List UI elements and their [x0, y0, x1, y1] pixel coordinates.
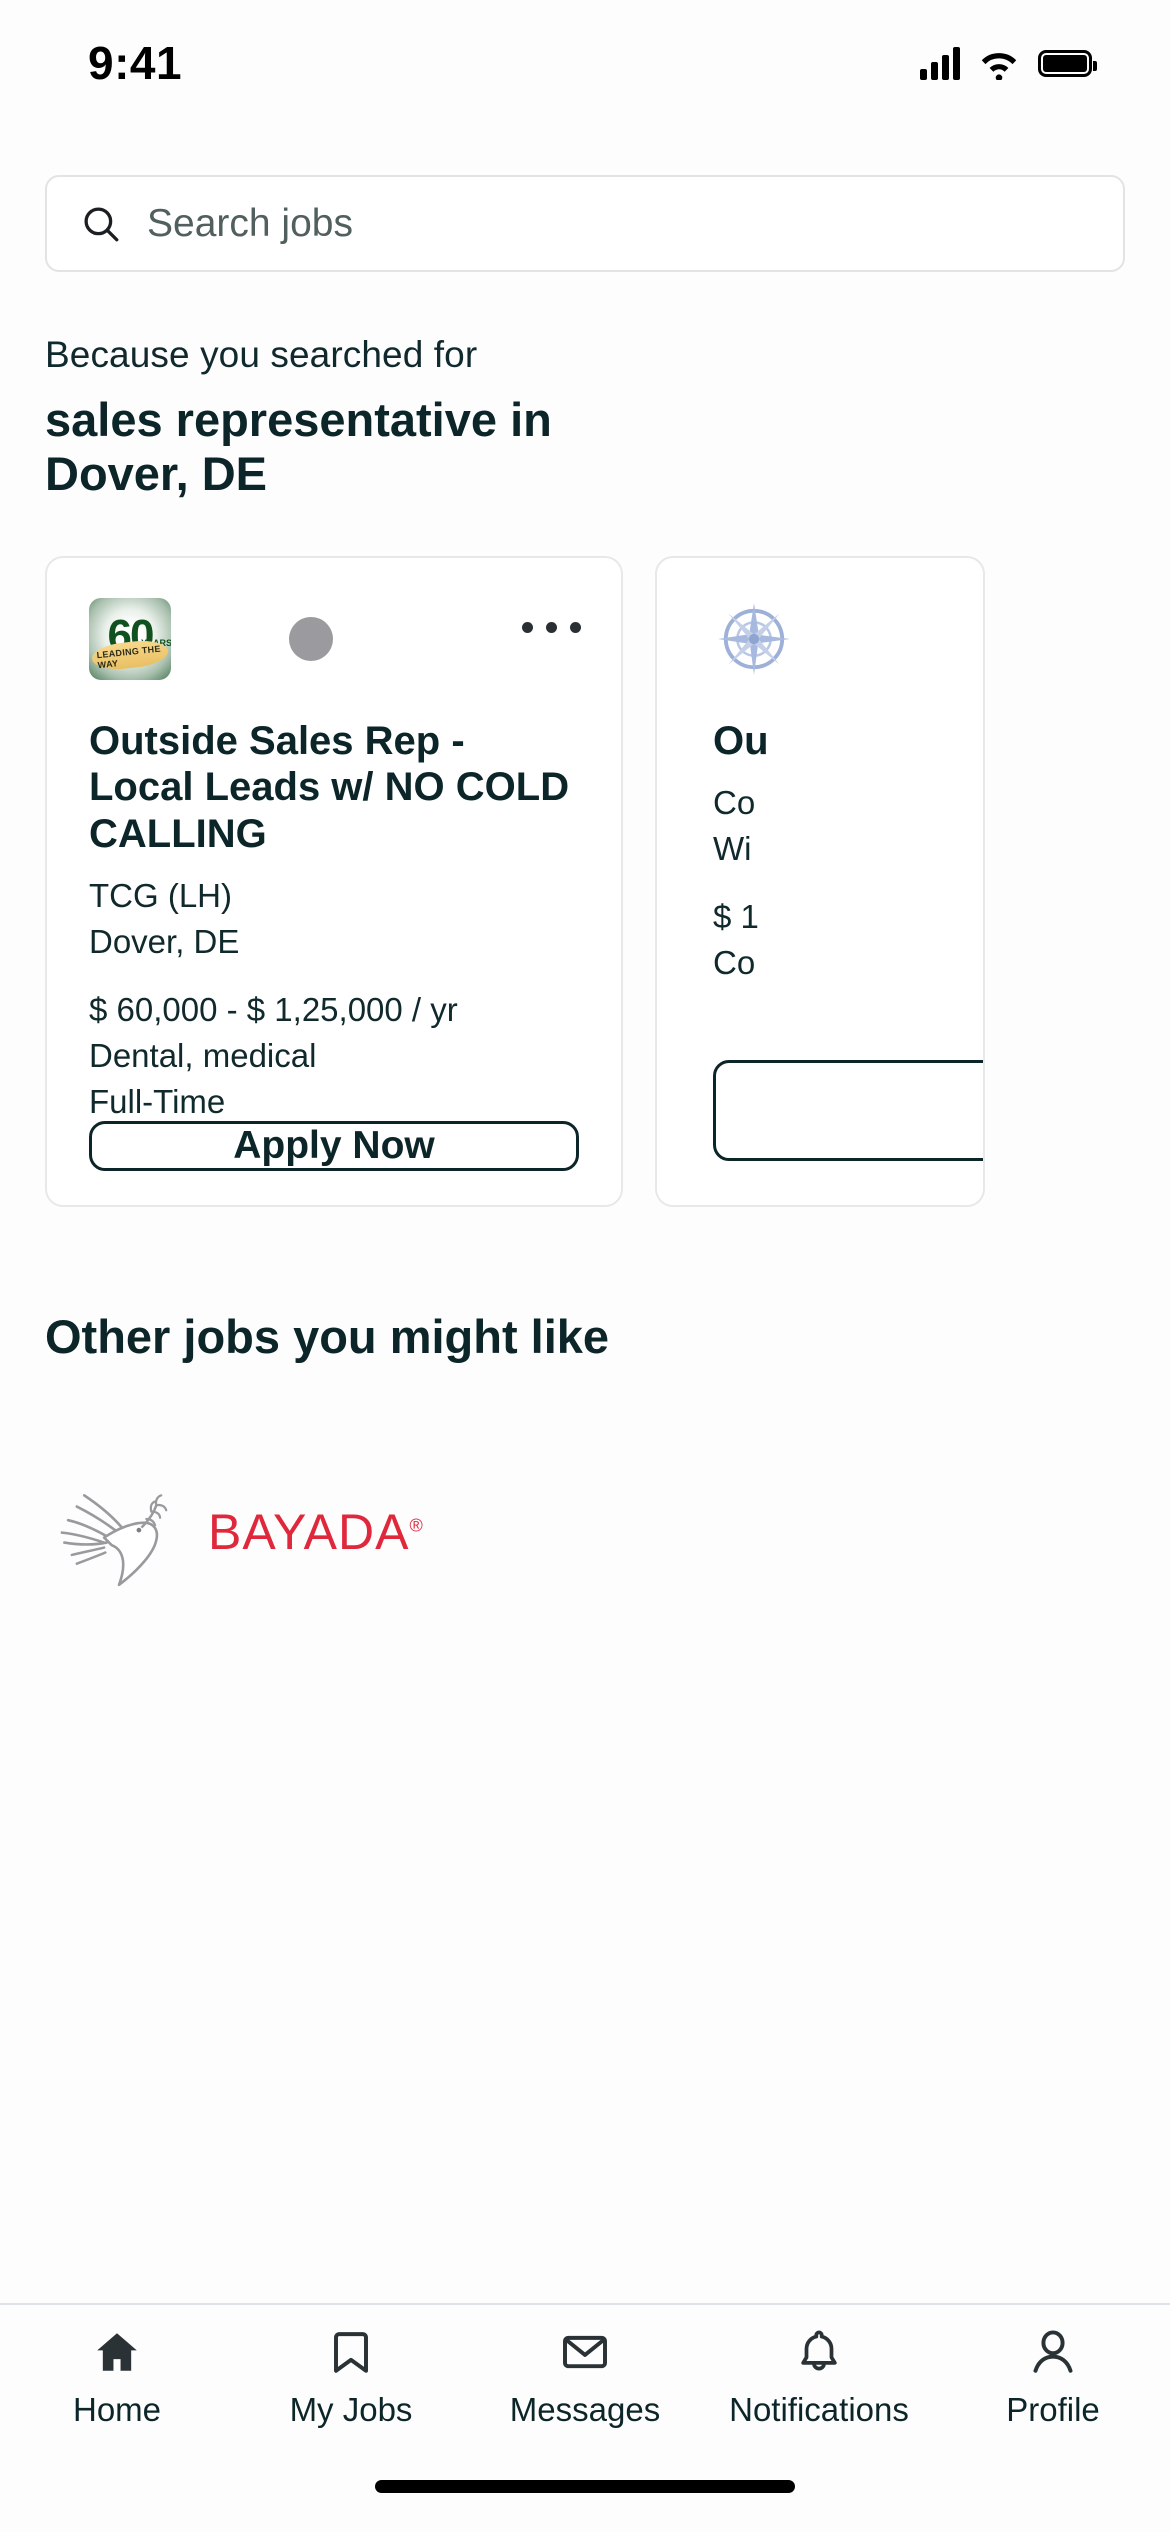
status-bar-icons — [920, 46, 1097, 80]
job-title: Outside Sales Rep - Local Leads w/ NO CO… — [89, 719, 570, 856]
status-bar: 9:41 — [0, 0, 1170, 126]
job-title: Ou — [713, 719, 769, 764]
job-location: Wi — [713, 830, 752, 868]
job-benefits: Dental, medical — [89, 1037, 317, 1075]
recommendation-eyebrow: Because you searched for — [45, 334, 478, 375]
tab-home-label: Home — [72, 2391, 162, 2428]
job-benefits: Co — [713, 944, 756, 982]
job-company: TCG (LH) — [89, 877, 232, 915]
job-location: Dover, DE — [89, 923, 240, 961]
60-years-anniversary-logo: 60 YEARS LEADING THE WAY — [89, 598, 171, 681]
tab-messages[interactable]: Messages — [468, 2327, 702, 2429]
search-icon — [84, 206, 119, 241]
main-content: Search jobs Because you searched for sal… — [0, 126, 1170, 2303]
gray-circle-avatar — [289, 617, 333, 662]
job-card-header: 60 YEARS LEADING THE WAY — [89, 598, 581, 681]
tab-my-jobs[interactable]: My Jobs — [234, 2327, 468, 2429]
tab-profile-label: Profile — [1006, 2391, 1100, 2428]
tab-home[interactable]: Home — [0, 2327, 234, 2429]
job-card-header — [713, 598, 941, 680]
cellular-signal-icon — [920, 46, 960, 80]
wifi-icon — [981, 53, 1017, 80]
tab-notifications[interactable]: Notifications — [702, 2327, 936, 2429]
more-options-icon[interactable] — [522, 622, 581, 634]
job-salary: $ 1 — [713, 898, 759, 936]
job-card-carousel[interactable]: 60 YEARS LEADING THE WAY Outside Sales R… — [0, 556, 1170, 1208]
search-placeholder: Search jobs — [147, 201, 353, 245]
job-employment-type: Full-Time — [89, 1083, 226, 1121]
apply-now-button[interactable] — [713, 1060, 983, 1162]
battery-full-icon — [1038, 49, 1097, 77]
tab-messages-label: Messages — [509, 2391, 661, 2428]
recommendation-query-title: sales representative in Dover, DE — [45, 393, 552, 501]
registered-mark: ® — [409, 1515, 424, 1536]
apply-now-button[interactable]: Apply Now — [89, 1121, 579, 1172]
home-indicator-bar[interactable] — [375, 2479, 795, 2493]
tab-notifications-label: Notifications — [729, 2391, 909, 2428]
dove-with-olive-branch-icon — [60, 1494, 168, 1587]
bell-icon — [801, 2330, 837, 2371]
search-input[interactable]: Search jobs — [45, 175, 1125, 272]
home-indicator-area — [0, 2440, 1170, 2532]
status-bar-time: 9:41 — [88, 37, 183, 89]
tab-my-jobs-label: My Jobs — [289, 2391, 413, 2428]
home-icon — [97, 2333, 137, 2371]
blue-compass-rose-logo — [713, 598, 795, 680]
other-jobs-title: Other jobs you might like — [45, 1310, 610, 1364]
bayada-wordmark: BAYADA® — [208, 1503, 424, 1561]
tab-profile[interactable]: Profile — [936, 2327, 1170, 2429]
bottom-tab-bar: Home My Jobs Messages Notifications Prof… — [0, 2303, 1170, 2440]
bayada-word-text: BAYADA — [208, 1504, 410, 1561]
bayada-logo: BAYADA® — [48, 1472, 1170, 1592]
job-salary: $ 60,000 - $ 1,25,000 / yr — [89, 991, 458, 1029]
job-company: Co — [713, 784, 756, 822]
phone-screen: 9:41 Search jobs Because you searched fo… — [0, 0, 1170, 2532]
bookmark-icon — [334, 2332, 368, 2373]
person-icon — [1033, 2330, 1073, 2373]
job-card[interactable]: Ou Co Wi $ 1 Co — [655, 556, 985, 1208]
envelope-icon — [563, 2335, 607, 2369]
job-card[interactable]: 60 YEARS LEADING THE WAY Outside Sales R… — [45, 556, 623, 1208]
